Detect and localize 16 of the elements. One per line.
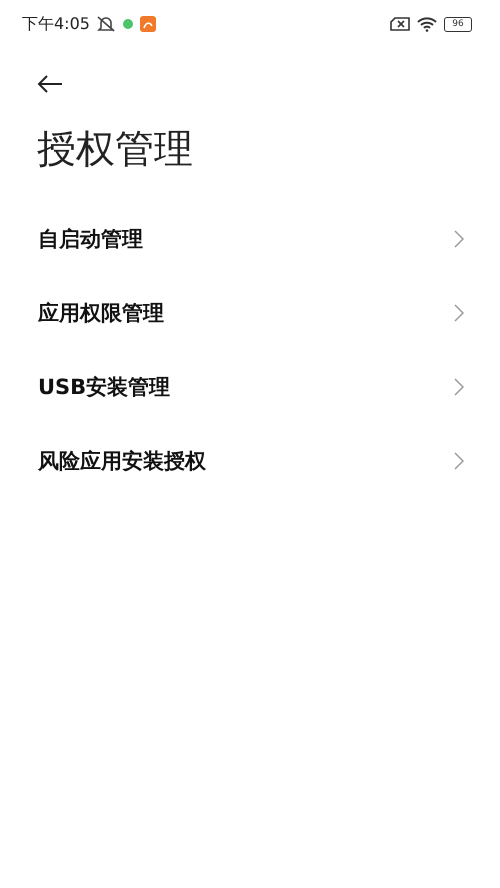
- menu-item[interactable]: 自启动管理: [0, 202, 500, 276]
- app-icon: [140, 16, 156, 32]
- mute-icon: [96, 15, 116, 33]
- menu-item[interactable]: USB安装管理: [0, 350, 500, 424]
- battery-icon: 96: [444, 16, 472, 32]
- page-title: 授权管理: [37, 126, 194, 174]
- chevron-icon: [454, 304, 464, 322]
- status-time: 下午4:05: [22, 14, 90, 34]
- chevron-icon: [454, 452, 464, 470]
- chevron-icon: [454, 378, 464, 396]
- menu-item[interactable]: 应用权限管理: [0, 276, 500, 350]
- status-dot-icon: [122, 18, 134, 30]
- wifi-icon: [416, 16, 438, 32]
- chevron-icon: [454, 230, 464, 248]
- menu-item[interactable]: 风险应用安装授权: [0, 424, 500, 498]
- sim-icon: [390, 17, 410, 31]
